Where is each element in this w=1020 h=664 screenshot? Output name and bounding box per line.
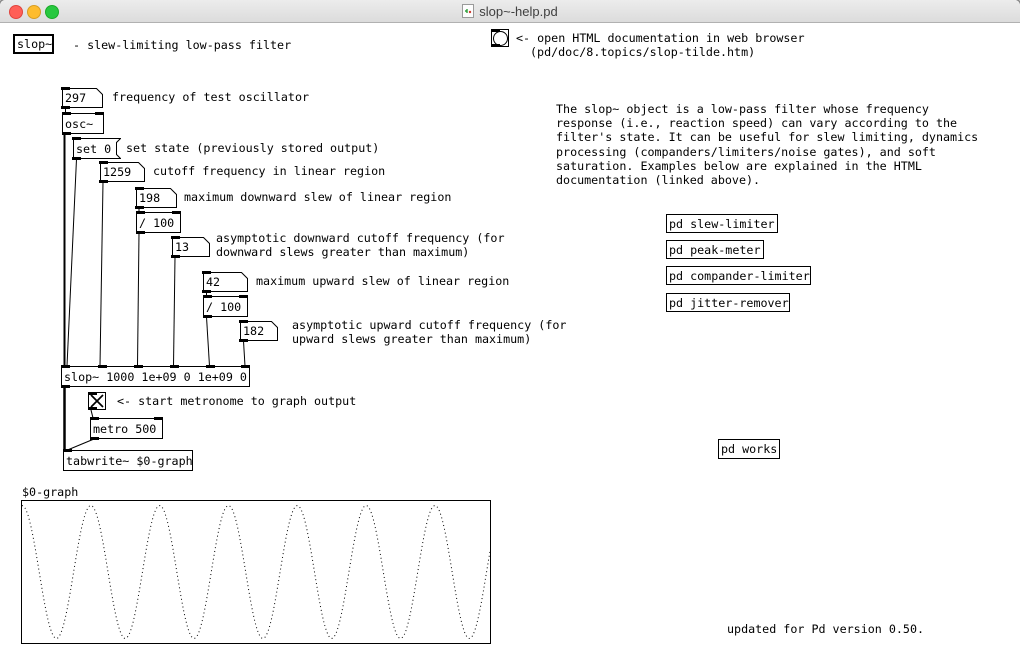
outlet-nub[interactable] (61, 106, 70, 109)
number-value: 13 (175, 240, 189, 254)
toggle-metronome[interactable] (88, 392, 106, 410)
outlet-nub[interactable] (202, 290, 211, 293)
array-graph[interactable] (21, 500, 491, 644)
object-text: pd peak-meter (669, 243, 760, 257)
inlet-nub[interactable] (62, 112, 71, 115)
comment-metronome: <- start metronome to graph output (117, 394, 356, 408)
comment-updated: updated for Pd version 0.50. (727, 622, 924, 636)
inlet-nub[interactable] (61, 87, 70, 90)
number-box-down-asymptotic[interactable]: 13 (172, 237, 210, 257)
inlet-nub[interactable] (88, 392, 97, 395)
inlet-nub[interactable] (170, 365, 179, 368)
subpatch-works[interactable]: pd works (718, 439, 780, 459)
number-value: 182 (243, 324, 264, 338)
bang-open-docs[interactable] (491, 29, 509, 47)
outlet-nub[interactable] (72, 157, 81, 160)
comment-description: The slop~ object is a low-pass filter wh… (556, 102, 978, 187)
comment-doc-link-1: <- open HTML documentation in web browse… (516, 31, 805, 45)
object-text: pd jitter-remover (669, 296, 789, 310)
inlet-nub[interactable] (134, 365, 143, 368)
inlet-nub[interactable] (239, 295, 248, 298)
outlet-nub[interactable] (88, 407, 97, 410)
comment-up-slew: maximum upward slew of linear region (256, 274, 509, 288)
object-text: / 100 (139, 216, 174, 230)
inlet-nub[interactable] (172, 211, 181, 214)
object-box-divide-up: / 100 (203, 296, 248, 317)
inlet-nub[interactable] (203, 295, 212, 298)
number-value: 297 (65, 91, 86, 105)
inlet-nub[interactable] (154, 417, 163, 420)
outlet-nub[interactable] (203, 315, 212, 318)
graph-label: $0-graph (22, 485, 78, 499)
inlet-nub[interactable] (171, 236, 180, 239)
number-box-up-asymptotic[interactable]: 182 (240, 321, 278, 341)
pd-patch-window: slop~-help.pd slop~ - slew-limiting low-… (0, 0, 1020, 664)
outlet-nub[interactable] (491, 44, 500, 47)
subpatch-peak-meter[interactable]: pd peak-meter (666, 240, 764, 259)
comment-frequency: frequency of test oscillator (112, 90, 309, 104)
comment-doc-link-2: (pd/doc/8.topics/slop-tilde.htm) (530, 45, 755, 59)
inlet-nub[interactable] (61, 365, 70, 368)
sine-wave-trace (22, 506, 490, 639)
outlet-nub[interactable] (135, 206, 144, 209)
number-box-up-slew[interactable]: 42 (203, 272, 248, 292)
object-box-slop: slop~ 1000 1e+09 0 1e+09 0 (61, 366, 250, 387)
number-box-cutoff[interactable]: 1259 (100, 162, 145, 182)
number-box-down-slew[interactable]: 198 (136, 188, 177, 208)
inlet-nub[interactable] (72, 137, 81, 140)
inlet-nub[interactable] (135, 187, 144, 190)
comment-up-asymptotic: asymptotic upward cutoff frequency (for … (292, 318, 566, 346)
comment-down-slew: maximum downward slew of linear region (184, 190, 451, 204)
object-box-osc: osc~ (62, 113, 104, 134)
object-text: pd works (721, 442, 777, 456)
number-value: 1259 (103, 165, 131, 179)
outlet-nub[interactable] (136, 231, 145, 234)
object-box-metro: metro 500 (90, 418, 163, 439)
comment-tagline: - slew-limiting low-pass filter (73, 38, 291, 52)
object-text: slop~ (17, 37, 52, 51)
outlet-nub[interactable] (239, 339, 248, 342)
subpatch-jitter-remover[interactable]: pd jitter-remover (666, 293, 790, 312)
object-text: tabwrite~ $0-graph (66, 454, 193, 468)
outlet-nub[interactable] (90, 437, 99, 440)
object-text: slop~ 1000 1e+09 0 1e+09 0 (64, 370, 247, 384)
comment-set-state: set state (previously stored output) (126, 141, 379, 155)
inlet-nub[interactable] (90, 417, 99, 420)
inlet-nub[interactable] (202, 271, 211, 274)
inlet-nub[interactable] (63, 449, 72, 452)
message-box-set-state[interactable]: set 0 (73, 138, 121, 159)
object-text: pd compander-limiter (669, 269, 810, 283)
number-box-frequency[interactable]: 297 (62, 88, 103, 108)
comment-down-asymptotic: asymptotic downward cutoff frequency (fo… (216, 231, 505, 259)
message-text: set 0 (76, 142, 111, 156)
object-box-slop-header: slop~ (13, 34, 54, 54)
object-text: pd slew-limiter (669, 217, 775, 231)
object-text: osc~ (65, 117, 93, 131)
number-value: 42 (206, 275, 220, 289)
inlet-nub[interactable] (206, 365, 215, 368)
subpatch-slew-limiter[interactable]: pd slew-limiter (666, 214, 778, 233)
number-value: 198 (139, 191, 160, 205)
inlet-nub[interactable] (241, 365, 250, 368)
object-box-tabwrite: tabwrite~ $0-graph (63, 450, 193, 471)
object-box-divide-down: / 100 (136, 212, 181, 233)
outlet-nub[interactable] (61, 385, 70, 388)
outlet-nub[interactable] (99, 180, 108, 183)
comment-cutoff: cutoff frequency in linear region (153, 164, 385, 178)
waveform-plot (22, 501, 490, 643)
inlet-nub[interactable] (95, 112, 104, 115)
inlet-nub[interactable] (239, 320, 248, 323)
object-text: / 100 (206, 300, 241, 314)
inlet-nub[interactable] (136, 211, 145, 214)
subpatch-compander-limiter[interactable]: pd compander-limiter (666, 266, 811, 285)
inlet-nub[interactable] (98, 365, 107, 368)
outlet-nub[interactable] (171, 255, 180, 258)
outlet-nub[interactable] (62, 132, 71, 135)
inlet-nub[interactable] (491, 29, 500, 32)
inlet-nub[interactable] (99, 161, 108, 164)
object-text: metro 500 (93, 422, 156, 436)
